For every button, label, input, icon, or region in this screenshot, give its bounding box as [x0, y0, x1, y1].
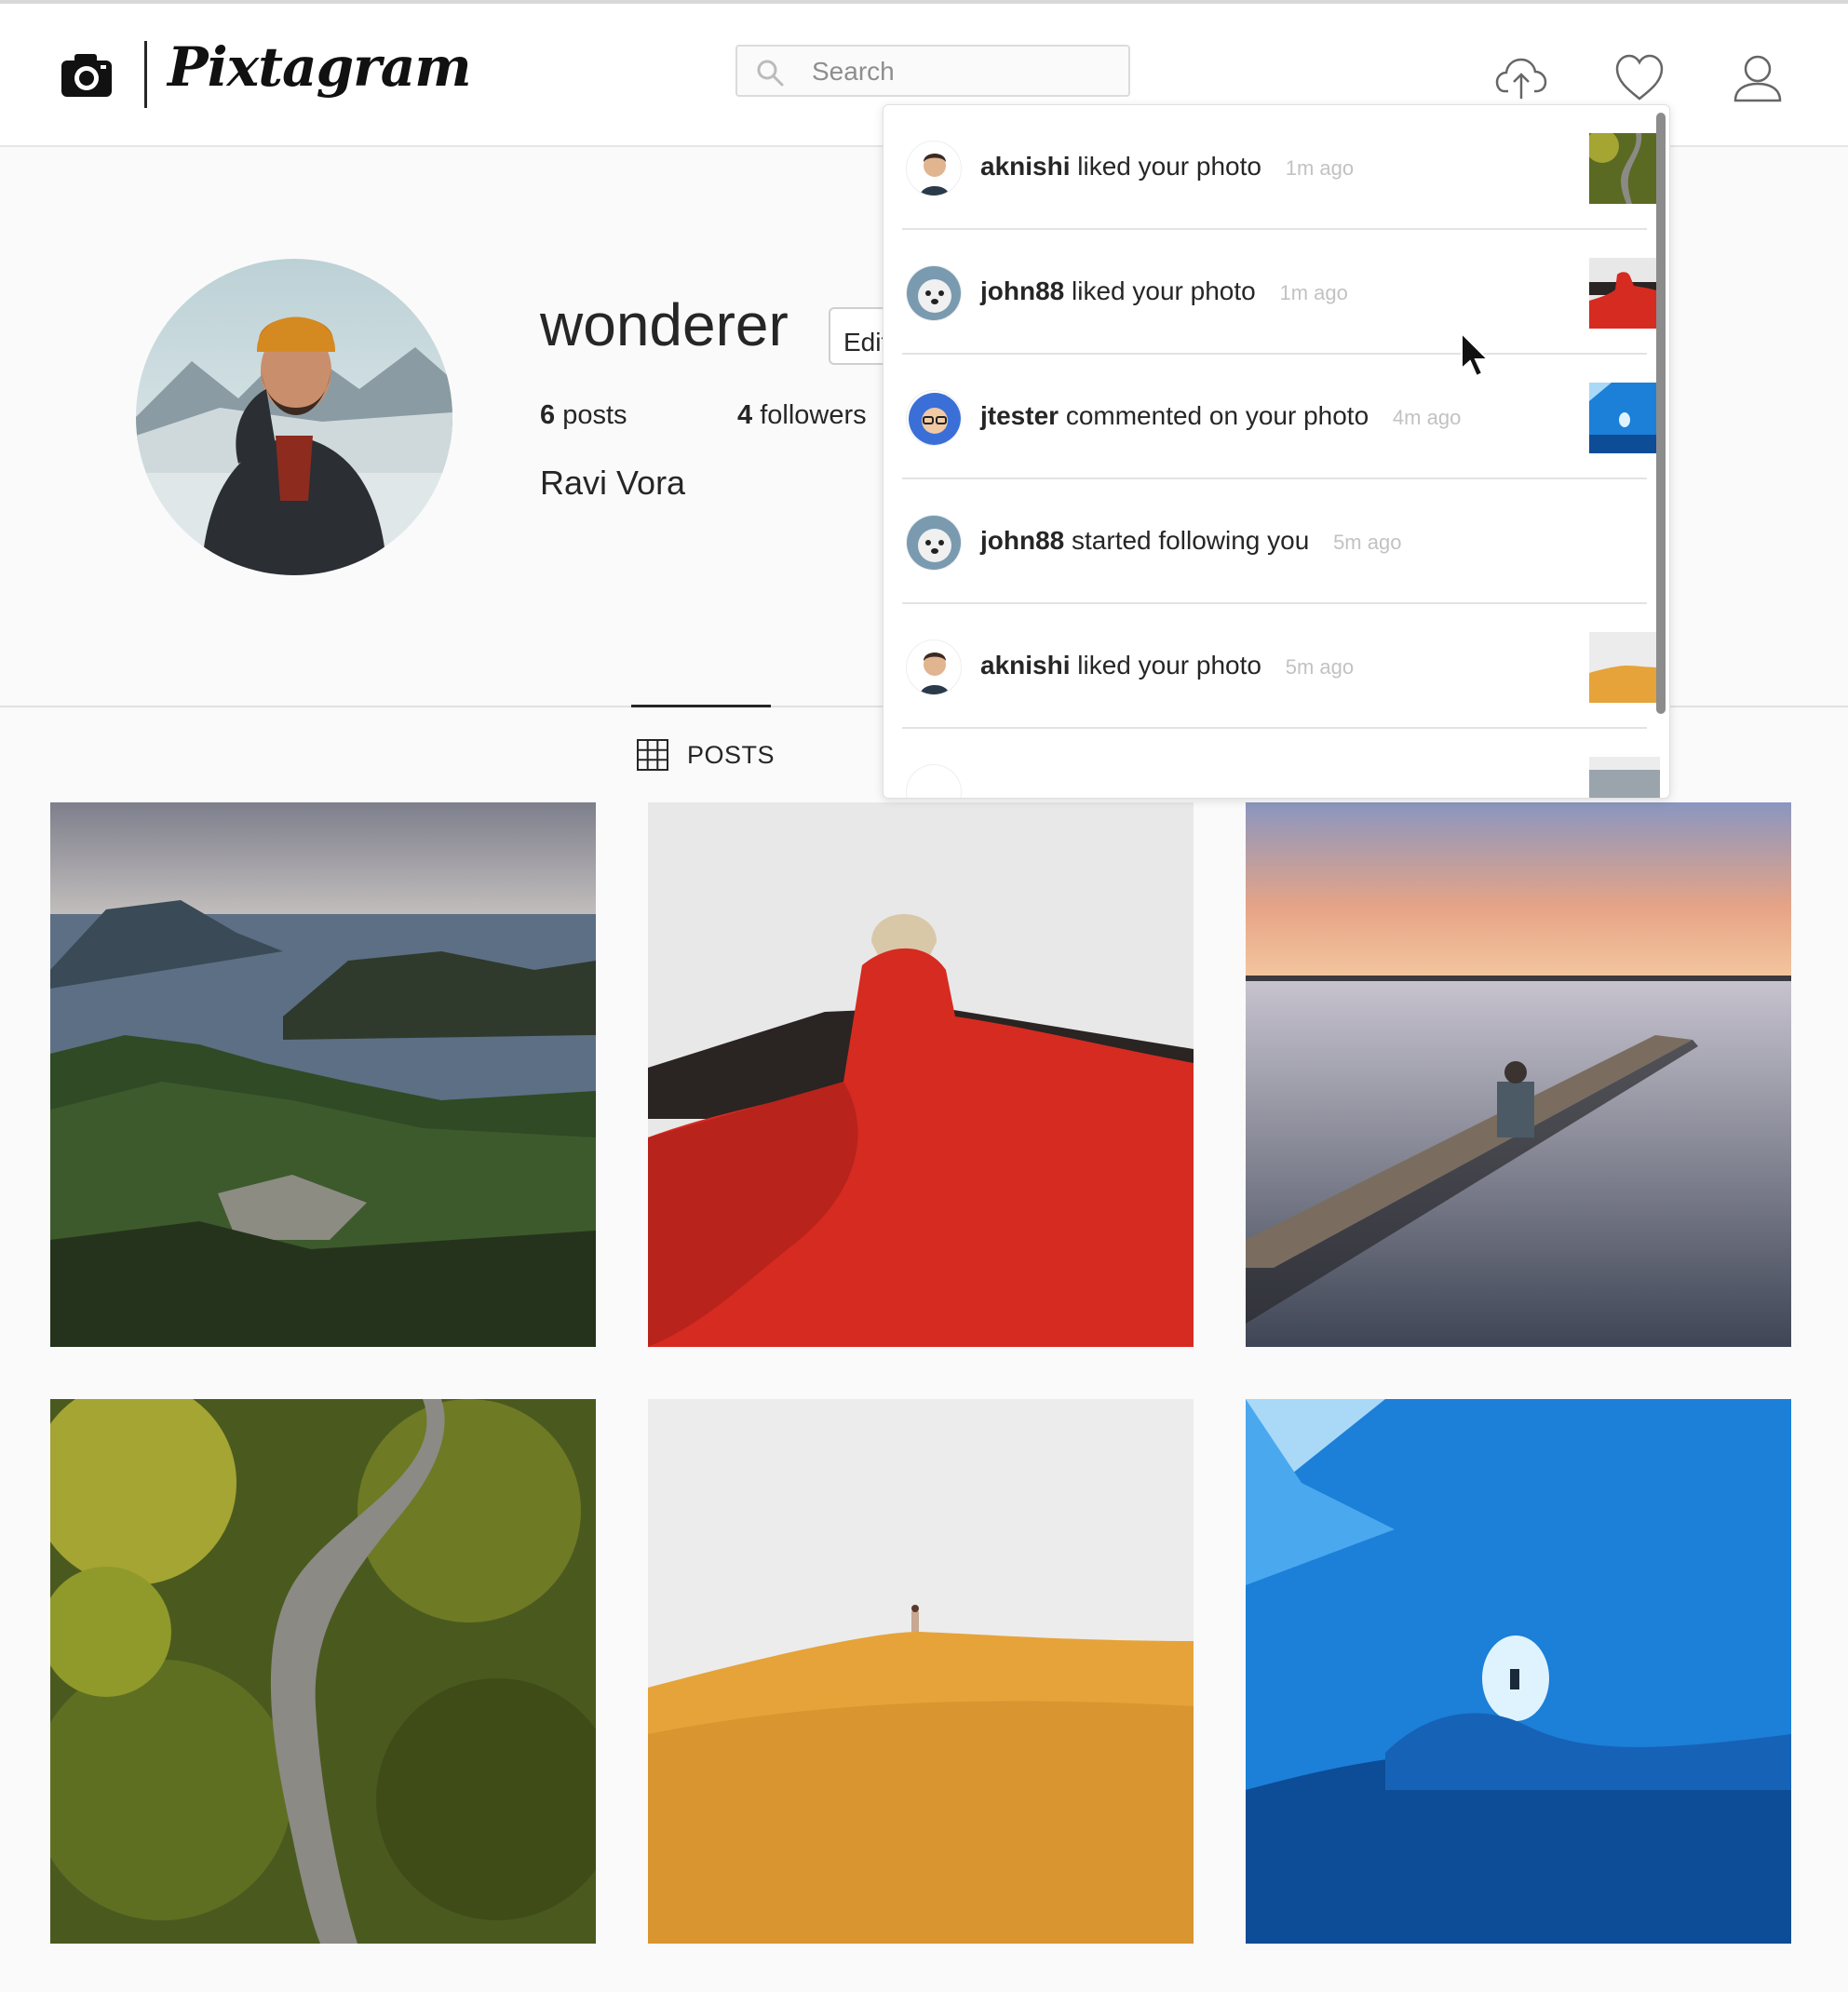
- notification-time: 5m ago: [1285, 655, 1355, 679]
- grid-icon: [637, 739, 668, 771]
- logo-divider: [144, 41, 147, 108]
- notification-username[interactable]: aknishi: [980, 152, 1070, 181]
- tab-posts-label: POSTS: [687, 741, 776, 769]
- notification-item[interactable]: john88 liked your photo 1m ago: [902, 230, 1660, 355]
- notification-thumbnail[interactable]: [1589, 258, 1660, 329]
- profile-avatar: [136, 259, 452, 575]
- notification-item[interactable]: john88 started following you 5m ago: [902, 479, 1647, 604]
- notification-thumbnail[interactable]: [1589, 133, 1660, 204]
- user-avatar[interactable]: [906, 515, 962, 571]
- camera-icon[interactable]: [60, 52, 114, 99]
- post-ice-cave[interactable]: [1246, 1399, 1791, 1944]
- notification-thumbnail[interactable]: [1589, 383, 1660, 453]
- cloud-upload-icon[interactable]: [1495, 52, 1547, 104]
- dropdown-scrollbar[interactable]: [1656, 113, 1666, 714]
- notification-username[interactable]: jtester: [980, 401, 1059, 430]
- user-icon[interactable]: [1732, 52, 1784, 104]
- active-tab-indicator: [631, 705, 771, 707]
- notification-text: jtester commented on your photo 4m ago: [980, 401, 1461, 431]
- posts-count-value: 6: [540, 400, 556, 430]
- notification-action: started following you: [1072, 526, 1310, 555]
- post-sunset-pier[interactable]: [1246, 802, 1791, 1347]
- app-logo[interactable]: Pixtagram: [168, 35, 472, 99]
- notification-action: liked your photo: [1077, 651, 1261, 680]
- notifications-dropdown[interactable]: aknishi liked your photo 1m ago john88 l…: [883, 104, 1670, 799]
- notification-item[interactable]: jtester commented on your photo 4m ago: [902, 355, 1660, 479]
- notification-action: liked your photo: [1077, 152, 1261, 181]
- notification-thumbnail[interactable]: [1589, 632, 1660, 703]
- user-avatar[interactable]: [906, 141, 962, 196]
- profile-username: wonderer: [540, 291, 789, 358]
- notification-time: 1m ago: [1285, 156, 1355, 180]
- notification-time: 1m ago: [1279, 281, 1348, 304]
- post-red-cloth[interactable]: [648, 802, 1194, 1347]
- post-desert-dune[interactable]: [648, 1399, 1194, 1944]
- notification-username[interactable]: aknishi: [980, 651, 1070, 680]
- notification-username[interactable]: john88: [980, 276, 1064, 305]
- notification-time: 5m ago: [1333, 531, 1402, 554]
- notification-text: aknishi liked your photo 1m ago: [980, 152, 1354, 182]
- notification-text: john88 liked your photo 1m ago: [980, 276, 1348, 306]
- notification-time: 4m ago: [1392, 406, 1462, 429]
- notification-action: commented on your photo: [1065, 401, 1369, 430]
- posts-count-label: posts: [562, 400, 627, 430]
- post-forest-road[interactable]: [50, 1399, 596, 1944]
- notification-item-partial[interactable]: [902, 729, 1660, 798]
- posts-count: 6 posts: [540, 400, 627, 431]
- followers-count-label: followers: [760, 400, 867, 430]
- notification-thumbnail[interactable]: [1589, 757, 1660, 798]
- followers-count-value: 4: [737, 400, 753, 430]
- notification-item[interactable]: aknishi liked your photo 1m ago: [902, 105, 1660, 230]
- user-avatar[interactable]: [906, 764, 962, 798]
- search-input[interactable]: [810, 54, 1112, 89]
- user-avatar[interactable]: [906, 390, 962, 446]
- followers-count[interactable]: 4 followers: [737, 400, 867, 431]
- user-avatar[interactable]: [906, 265, 962, 321]
- user-avatar[interactable]: [906, 639, 962, 695]
- notification-username[interactable]: john88: [980, 526, 1064, 555]
- search-bar[interactable]: [735, 45, 1130, 97]
- heart-icon[interactable]: [1613, 52, 1666, 104]
- notification-text: aknishi liked your photo 5m ago: [980, 651, 1354, 680]
- post-lake-fjord[interactable]: [50, 802, 596, 1347]
- profile-full-name: Ravi Vora: [540, 464, 686, 502]
- notification-action: liked your photo: [1072, 276, 1256, 305]
- notification-text: john88 started following you 5m ago: [980, 526, 1401, 556]
- search-icon: [757, 60, 784, 87]
- notification-item[interactable]: aknishi liked your photo 5m ago: [902, 604, 1660, 729]
